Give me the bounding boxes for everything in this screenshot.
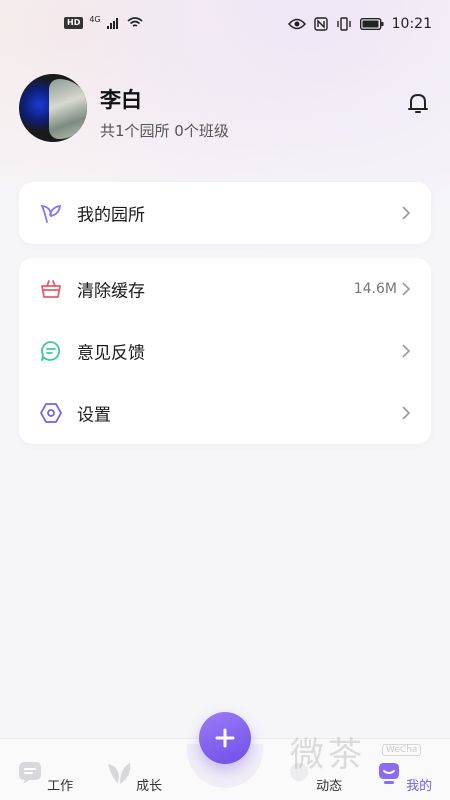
card-settings-group: 清除缓存 14.6M 意见反馈 设置 bbox=[19, 258, 431, 444]
menu-label: 我的园所 bbox=[77, 205, 145, 226]
nav-item-work[interactable]: 工作 bbox=[15, 760, 75, 794]
watermark: 微茶 bbox=[290, 735, 366, 775]
network-type: 4G bbox=[89, 14, 101, 24]
nav-label: 我的 bbox=[406, 779, 433, 794]
menu-item-clear-cache[interactable]: 清除缓存 14.6M bbox=[19, 258, 431, 320]
status-left: HD 4G bbox=[64, 14, 143, 29]
chat-icon bbox=[41, 341, 61, 361]
cache-size: 14.6M bbox=[353, 281, 397, 297]
battery-icon bbox=[359, 18, 384, 30]
eye-icon bbox=[287, 18, 306, 30]
profile-header: 李白 共1个园所 0个班级 bbox=[19, 74, 431, 144]
menu-label: 意见反馈 bbox=[77, 343, 145, 364]
mine-icon bbox=[378, 763, 399, 784]
nav-label: 动态 bbox=[316, 779, 343, 794]
user-summary: 共1个园所 0个班级 bbox=[100, 122, 229, 140]
avatar[interactable] bbox=[19, 74, 87, 142]
work-icon bbox=[18, 762, 41, 784]
menu-label: 清除缓存 bbox=[77, 281, 145, 302]
nav-label: 工作 bbox=[47, 779, 74, 794]
hexagon-settings-icon bbox=[40, 403, 62, 423]
watermark-small: WeCha bbox=[382, 744, 422, 756]
card-my-kindergarten: 我的园所 bbox=[19, 182, 431, 244]
menu-item-feedback[interactable]: 意见反馈 bbox=[19, 320, 431, 382]
hd-badge: HD bbox=[64, 17, 84, 29]
menu-label: 设置 bbox=[77, 405, 111, 426]
status-time: 10:21 bbox=[391, 16, 432, 32]
chevron-right-icon bbox=[402, 206, 411, 220]
signal-icon bbox=[106, 18, 118, 29]
basket-icon bbox=[41, 280, 61, 298]
leaf-icon bbox=[107, 763, 131, 784]
plus-icon bbox=[215, 728, 235, 748]
sprout-icon bbox=[40, 204, 62, 223]
chevron-right-icon bbox=[402, 406, 411, 420]
nfc-icon bbox=[313, 17, 328, 31]
nav-label: 成长 bbox=[136, 779, 163, 794]
status-bar: HD 4G 10:21 bbox=[0, 0, 450, 50]
add-button[interactable] bbox=[199, 712, 251, 764]
vibrate-icon bbox=[336, 17, 351, 31]
nav-item-growth[interactable]: 成长 bbox=[104, 760, 164, 794]
nav-item-mine[interactable]: 我的 bbox=[374, 760, 434, 794]
menu-item-settings[interactable]: 设置 bbox=[19, 382, 431, 444]
user-name: 李白 bbox=[100, 88, 142, 112]
bell-icon[interactable] bbox=[405, 90, 431, 116]
menu-item-my-kindergarten[interactable]: 我的园所 bbox=[19, 182, 431, 244]
chevron-right-icon bbox=[402, 344, 411, 358]
chevron-right-icon bbox=[402, 282, 411, 296]
status-right: 10:21 bbox=[287, 16, 432, 32]
wifi-icon bbox=[127, 17, 143, 27]
